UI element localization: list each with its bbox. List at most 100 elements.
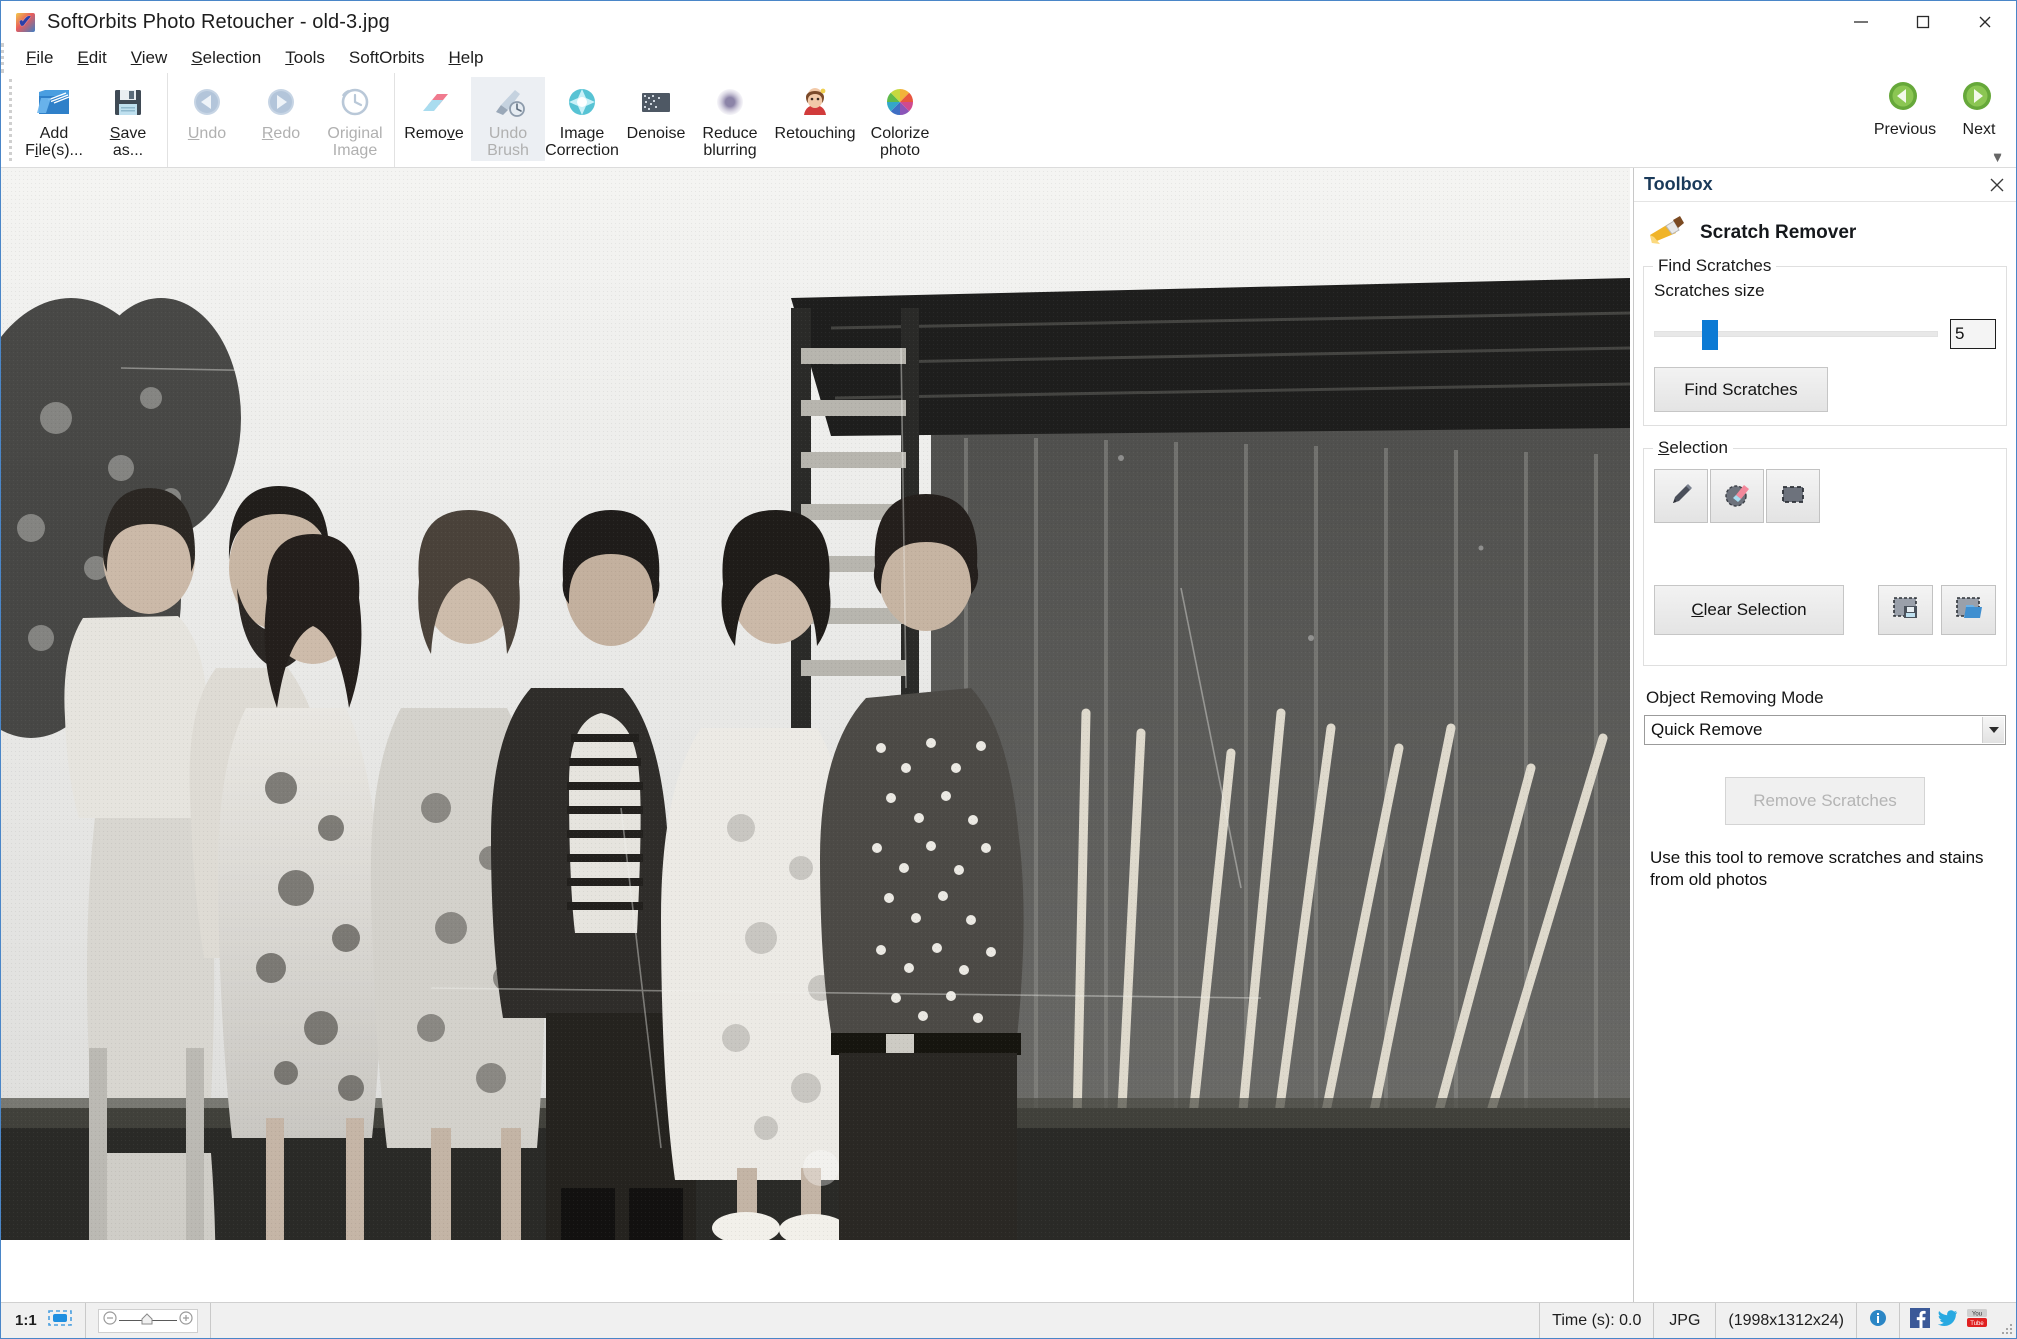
sun-correction-icon bbox=[563, 83, 601, 121]
menu-view[interactable]: View bbox=[119, 45, 180, 71]
menu-selection[interactable]: Selection bbox=[179, 45, 273, 71]
next-label: Next bbox=[1962, 121, 1996, 138]
zoom-home-icon[interactable] bbox=[141, 1312, 153, 1330]
save-selection-icon bbox=[1891, 594, 1921, 627]
marquee-select-icon bbox=[1778, 479, 1808, 514]
blur-circle-icon bbox=[711, 83, 749, 121]
twitter-icon[interactable] bbox=[1937, 1308, 1958, 1333]
undo-arrow-icon bbox=[188, 83, 226, 121]
dimensions-cell: (1998x1312x24) bbox=[1716, 1303, 1857, 1338]
remove-scratches-button[interactable]: Remove Scratches bbox=[1725, 777, 1925, 825]
color-wheel-icon bbox=[881, 83, 919, 121]
rect-select-button[interactable] bbox=[1766, 469, 1820, 523]
zoom-controls-cell: 1:1 bbox=[1, 1303, 86, 1338]
save-selection-button[interactable] bbox=[1878, 585, 1933, 635]
denoise-button[interactable]: Denoise bbox=[619, 77, 693, 161]
ribbon-group-navigation: Previous Next ▼ bbox=[1854, 73, 2016, 168]
menu-softorbits[interactable]: SoftOrbits bbox=[337, 45, 437, 71]
object-removing-mode-select[interactable]: Quick Remove bbox=[1644, 715, 2006, 745]
previous-button[interactable]: Previous bbox=[1868, 73, 1942, 157]
eraser-round-icon bbox=[1722, 479, 1752, 514]
close-button[interactable] bbox=[1954, 1, 2016, 43]
toolbox-close-icon[interactable] bbox=[1986, 174, 2008, 196]
minimize-button[interactable] bbox=[1830, 1, 1892, 43]
reduce-blurring-button[interactable]: Reduce blurring bbox=[693, 77, 767, 161]
colorize-photo-label: Colorize photo bbox=[870, 125, 930, 159]
photo-preview[interactable] bbox=[1, 168, 1630, 1240]
remove-button[interactable]: Remove bbox=[397, 77, 471, 161]
scratches-size-input[interactable] bbox=[1950, 319, 1996, 349]
find-scratches-button[interactable]: Find Scratches bbox=[1654, 367, 1828, 412]
save-as-button[interactable]: Save as... bbox=[91, 77, 165, 161]
scratches-size-row bbox=[1654, 319, 1996, 350]
zoom-out-icon[interactable] bbox=[103, 1311, 117, 1330]
zoom-in-icon[interactable] bbox=[179, 1311, 193, 1330]
svg-text:You: You bbox=[1972, 1312, 1982, 1318]
retouching-label: Retouching bbox=[774, 125, 856, 142]
find-scratches-legend: Find Scratches bbox=[1653, 256, 1777, 276]
chevron-down-icon[interactable] bbox=[1982, 717, 2004, 743]
object-removing-mode-label: Object Removing Mode bbox=[1646, 688, 1824, 707]
toolbox-title: Toolbox bbox=[1644, 174, 1713, 194]
softorbits-logo-icon: ✔ bbox=[15, 11, 37, 33]
zoom-ratio-label[interactable]: 1:1 bbox=[15, 1312, 37, 1329]
slider-track bbox=[1654, 331, 1938, 337]
facebook-icon[interactable] bbox=[1910, 1308, 1930, 1333]
main-area: Toolbox Scratch Remover Find Scratches S… bbox=[1, 168, 2016, 1302]
paintbrush-icon bbox=[1644, 211, 1686, 254]
undo-button[interactable]: Undo bbox=[170, 77, 244, 161]
pencil-select-button[interactable] bbox=[1654, 469, 1708, 523]
save-as-label: Save as... bbox=[109, 125, 147, 159]
image-correction-button[interactable]: Image Correction bbox=[545, 77, 619, 161]
vintage-group-photo bbox=[1, 168, 1630, 1240]
selection-tools bbox=[1654, 469, 1996, 523]
previous-label: Previous bbox=[1873, 121, 1937, 138]
menu-tools[interactable]: Tools bbox=[273, 45, 337, 71]
redo-button[interactable]: Redo bbox=[244, 77, 318, 161]
clear-selection-button[interactable]: Clear Selection bbox=[1654, 585, 1844, 635]
reduce-blurring-label: Reduce blurring bbox=[702, 125, 758, 159]
maximize-button[interactable] bbox=[1892, 1, 1954, 43]
green-left-arrow-icon bbox=[1886, 79, 1924, 117]
denoise-grid-icon bbox=[637, 83, 675, 121]
original-image-button[interactable]: Original Image bbox=[318, 77, 392, 161]
menu-bar: File Edit View Selection Tools SoftOrbit… bbox=[1, 43, 2016, 73]
next-button[interactable]: Next bbox=[1942, 73, 2016, 157]
original-image-label: Original Image bbox=[327, 125, 383, 159]
redo-label: Redo bbox=[261, 125, 301, 142]
resize-grip[interactable] bbox=[1998, 1303, 2016, 1338]
menu-edit[interactable]: Edit bbox=[65, 45, 118, 71]
zoom-slider[interactable] bbox=[97, 1308, 198, 1333]
brush-clock-icon bbox=[489, 83, 527, 121]
scratches-size-slider[interactable] bbox=[1654, 320, 1938, 350]
application-window: ✔ SoftOrbits Photo Retoucher - old-3.jpg… bbox=[0, 0, 2017, 1339]
image-canvas[interactable] bbox=[1, 168, 1633, 1302]
undo-brush-button[interactable]: Undo Brush bbox=[471, 77, 545, 161]
window-title: SoftOrbits Photo Retoucher - old-3.jpg bbox=[47, 10, 390, 33]
fit-to-window-icon[interactable] bbox=[47, 1309, 73, 1332]
pencil-icon bbox=[1666, 479, 1696, 514]
menu-help[interactable]: Help bbox=[437, 45, 496, 71]
colorize-photo-button[interactable]: Colorize photo bbox=[863, 77, 937, 161]
svg-text:Tube: Tube bbox=[1970, 1321, 1984, 1327]
scratches-size-label: Scratches size bbox=[1654, 281, 1765, 300]
retouching-button[interactable]: Retouching bbox=[767, 77, 863, 161]
info-cell[interactable] bbox=[1857, 1303, 1900, 1338]
load-selection-button[interactable] bbox=[1941, 585, 1996, 635]
slider-thumb[interactable] bbox=[1702, 320, 1719, 350]
social-links: You Tube bbox=[1900, 1303, 1998, 1338]
object-removing-mode-value: Quick Remove bbox=[1651, 720, 1763, 739]
ribbon-group-edit-tools: Remove Undo Brush Image Correction Denoi… bbox=[395, 73, 2004, 167]
ribbon-group-history: Undo Redo Original Image bbox=[168, 73, 395, 167]
redo-arrow-icon bbox=[262, 83, 300, 121]
menu-file[interactable]: File bbox=[14, 45, 65, 71]
clock-history-icon bbox=[336, 83, 374, 121]
ribbon-nav-expand-icon[interactable]: ▼ bbox=[1991, 150, 2004, 165]
toolbox-panel: Toolbox Scratch Remover Find Scratches S… bbox=[1633, 168, 2016, 1302]
info-icon[interactable] bbox=[1869, 1309, 1887, 1332]
add-files-folder-icon bbox=[35, 83, 73, 121]
eraser-select-button[interactable] bbox=[1710, 469, 1764, 523]
add-files-button[interactable]: Add File(s)... bbox=[17, 77, 91, 161]
youtube-icon[interactable]: You Tube bbox=[1966, 1308, 1988, 1333]
load-selection-icon bbox=[1954, 594, 1984, 627]
